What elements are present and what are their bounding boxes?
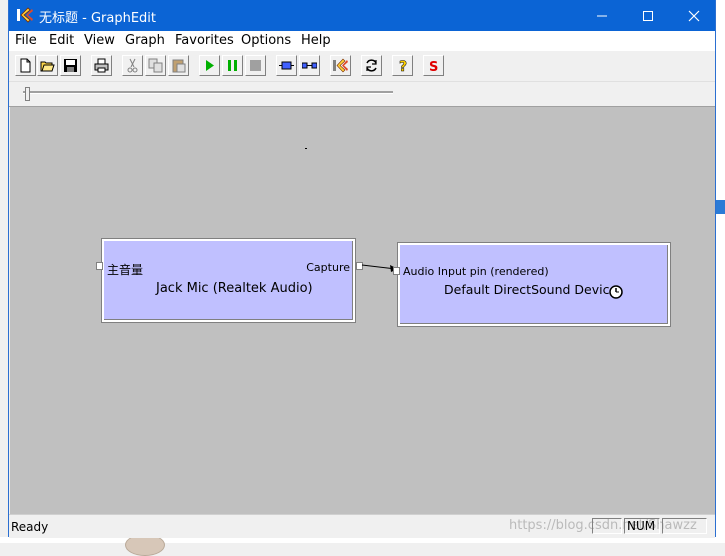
audio-input-pin[interactable] [393, 267, 400, 275]
seek-filter-button[interactable] [276, 55, 297, 76]
input-pin-label: 主音量 [107, 263, 144, 277]
menu-favorites[interactable]: Favorites [175, 33, 234, 48]
graphedit-window: 无标题 - GraphEdit File Edit View Graph Fav… [8, 0, 716, 538]
title-bar[interactable]: 无标题 - GraphEdit [9, 0, 715, 31]
printer-icon [94, 58, 109, 73]
graph-app-button[interactable] [330, 55, 351, 76]
stop-icon [250, 60, 261, 71]
copy-icon [148, 58, 163, 73]
new-button[interactable] [15, 55, 36, 76]
scissors-icon [127, 58, 138, 73]
clock-icon [609, 285, 623, 299]
status-bar: Ready https://blog.csdn.net/Shawzz NUM [9, 514, 715, 538]
menu-view[interactable]: View [84, 33, 115, 48]
output-pin-label: Capture [306, 261, 350, 274]
new-file-icon [20, 58, 31, 73]
num-lock-indicator: NUM [624, 518, 660, 534]
save-button[interactable] [60, 55, 81, 76]
svg-text:?: ? [399, 59, 407, 73]
maximize-button[interactable] [625, 0, 671, 31]
open-folder-icon [40, 61, 55, 72]
paste-clipboard-icon [172, 59, 186, 73]
status-pane-empty [592, 518, 622, 534]
question-mark-icon: ? [399, 59, 408, 73]
filter-jack-mic[interactable]: 主音量 Capture Jack Mic (Realtek Audio) [101, 238, 356, 323]
status-pane-scroll [662, 518, 707, 534]
seek-slider-track[interactable] [23, 91, 393, 94]
floppy-disk-icon [64, 59, 77, 72]
play-button[interactable] [199, 55, 220, 76]
connect-filters-icon [302, 62, 317, 69]
s-letter-icon: S [429, 60, 438, 73]
close-button[interactable] [671, 0, 717, 31]
window-title: 无标题 - GraphEdit [39, 11, 157, 26]
filter-name: Jack Mic (Realtek Audio) [156, 281, 313, 296]
filter-name: Default DirectSound Device [444, 282, 618, 297]
print-button[interactable] [91, 55, 112, 76]
refresh-button[interactable] [361, 55, 382, 76]
filter-block-icon [279, 61, 294, 70]
menu-help[interactable]: Help [301, 33, 331, 48]
help-button[interactable]: ? [392, 55, 413, 76]
renderer-button[interactable] [299, 55, 320, 76]
graphedit-icon [333, 58, 348, 73]
svg-text:S: S [429, 60, 438, 73]
minimize-button[interactable] [579, 0, 625, 31]
seek-bar [9, 82, 715, 107]
copy-button[interactable] [145, 55, 166, 76]
audio-input-pin-label: Audio Input pin (rendered) [403, 265, 549, 278]
graphedit-app-icon [16, 6, 34, 24]
canvas-dot [305, 148, 307, 149]
pause-button[interactable] [222, 55, 243, 76]
status-text: Ready [11, 520, 49, 534]
background-desktop [716, 0, 725, 543]
seek-slider-thumb[interactable] [25, 87, 30, 101]
menu-bar: File Edit View Graph Favorites Options H… [9, 31, 715, 51]
s-button[interactable]: S [423, 55, 444, 76]
stop-button[interactable] [245, 55, 266, 76]
toolbar: ? S [9, 51, 715, 82]
paste-button[interactable] [168, 55, 189, 76]
open-button[interactable] [37, 55, 58, 76]
filter-directsound[interactable]: Audio Input pin (rendered) Default Direc… [397, 242, 671, 327]
pause-icon [228, 60, 237, 71]
menu-options[interactable]: Options [241, 33, 291, 48]
menu-file[interactable]: File [15, 33, 37, 48]
cut-button[interactable] [122, 55, 143, 76]
graph-canvas[interactable]: 主音量 Capture Jack Mic (Realtek Audio) Aud… [10, 107, 715, 514]
menu-graph[interactable]: Graph [125, 33, 165, 48]
input-pin[interactable] [96, 262, 103, 270]
refresh-icon [366, 59, 377, 72]
play-icon [206, 60, 214, 71]
menu-edit[interactable]: Edit [49, 33, 74, 48]
